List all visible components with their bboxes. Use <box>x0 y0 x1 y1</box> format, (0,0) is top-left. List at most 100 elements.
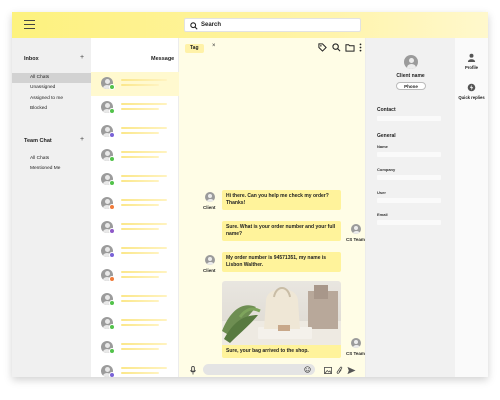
sidebar-item-unassigned[interactable]: Unassigned <box>12 83 91 93</box>
client-avatar <box>205 255 215 265</box>
chat-header: Tag × <box>179 38 366 58</box>
general-section-title: General <box>377 133 396 139</box>
tag-chip[interactable]: Tag <box>185 44 204 53</box>
conversation-name-placeholder <box>121 127 167 129</box>
search-icon <box>190 22 198 30</box>
conversation-name-placeholder <box>121 175 167 177</box>
conversation-item[interactable] <box>91 288 179 312</box>
conversation-item[interactable] <box>91 336 179 360</box>
left-sidebar: Inbox + All Chats Unassigned Assigned to… <box>12 38 91 377</box>
message-sender: CS Team <box>346 237 365 242</box>
sidebar-item-all-chats[interactable]: All Chats <box>12 73 91 83</box>
conversation-preview-placeholder <box>121 228 159 230</box>
conversation-name-placeholder <box>121 199 167 201</box>
sidebar-item-team-all-chats[interactable]: All Chats <box>12 154 91 164</box>
channel-badge-icon <box>109 252 115 258</box>
conversation-name-placeholder <box>121 319 167 321</box>
message-bubble: Sure, your bag arrived to the shop. <box>222 345 341 358</box>
conversation-name-placeholder <box>121 271 167 273</box>
team-chat-title: Team Chat <box>24 138 52 144</box>
conversation-preview-placeholder <box>121 204 159 206</box>
shared-photo[interactable] <box>222 281 341 345</box>
conversation-preview-placeholder <box>121 180 159 182</box>
cs-team-avatar <box>351 338 361 348</box>
channel-badge-icon <box>109 156 115 162</box>
rail-item-profile[interactable]: Profile <box>455 53 488 70</box>
contact-field[interactable] <box>377 116 441 121</box>
name-field[interactable] <box>377 152 441 157</box>
message-bubble: My order number is 94571351, my name is … <box>222 252 341 272</box>
conversation-preview-placeholder <box>121 372 159 374</box>
conversation-item[interactable] <box>91 240 179 264</box>
conversation-item[interactable] <box>91 312 179 336</box>
conversation-item[interactable] <box>91 192 179 216</box>
add-team-chat-button[interactable]: + <box>80 136 84 143</box>
message-sender: Client <box>203 268 216 273</box>
sidebar-item-assigned-to-me[interactable]: Assigned to me <box>12 94 91 104</box>
channel-badge-icon <box>109 180 115 186</box>
message-input[interactable] <box>203 364 315 375</box>
chat-panel: Tag × Client Hi there. Can you help me c… <box>179 38 366 377</box>
email-field[interactable] <box>377 220 441 225</box>
conversation-item[interactable] <box>91 72 179 96</box>
message-bubble: Hi there. Can you help me check my order… <box>222 190 341 210</box>
user-field[interactable] <box>377 198 441 203</box>
attachment-icon[interactable] <box>336 366 343 375</box>
client-avatar <box>205 192 215 202</box>
cs-team-avatar <box>351 224 361 234</box>
field-label-company: Company <box>377 167 396 172</box>
contact-panel: Client name Phone Contact General Name C… <box>366 38 455 377</box>
menu-icon[interactable] <box>24 20 35 29</box>
search-input[interactable]: Search <box>184 18 361 32</box>
send-icon[interactable] <box>347 366 356 375</box>
right-rail: Profile Quick replies <box>455 38 488 377</box>
conversation-name-placeholder <box>121 247 167 249</box>
conversation-name-placeholder <box>121 343 167 345</box>
rail-label: Quick replies <box>458 95 485 100</box>
conversation-preview-placeholder <box>121 84 159 86</box>
conversation-item[interactable] <box>91 216 179 240</box>
channel-badge-icon <box>109 108 115 114</box>
contact-name: Client name <box>396 73 425 79</box>
conversation-item[interactable] <box>91 168 179 192</box>
conversation-preview-placeholder <box>121 300 159 302</box>
sidebar-item-blocked[interactable]: Blocked <box>12 104 91 114</box>
conversation-preview-placeholder <box>121 324 159 326</box>
company-field[interactable] <box>377 175 441 180</box>
tag-icon[interactable] <box>318 43 327 52</box>
conversation-item[interactable] <box>91 96 179 120</box>
sidebar-item-mentioned-me[interactable]: Mentioned Me <box>12 164 91 174</box>
contact-section-title: Contact <box>377 107 396 113</box>
channel-badge-icon <box>109 132 115 138</box>
emoji-icon[interactable] <box>304 366 311 373</box>
inbox-title: Inbox <box>24 56 39 62</box>
conversation-item[interactable] <box>91 120 179 144</box>
conversation-item[interactable] <box>91 264 179 288</box>
conversation-item[interactable] <box>91 144 179 168</box>
message-bubble: Sure. What is your order number and your… <box>222 221 341 241</box>
image-icon[interactable] <box>324 367 332 374</box>
conversation-list: Message <box>91 38 179 377</box>
message-sender: Client <box>203 205 216 210</box>
channel-badge-icon <box>109 324 115 330</box>
conversation-name-placeholder <box>121 151 167 153</box>
folder-icon[interactable] <box>345 43 355 52</box>
more-options-icon[interactable] <box>359 43 362 52</box>
channel-badge-icon <box>109 204 115 210</box>
remove-tag-button[interactable]: × <box>212 43 216 49</box>
search-icon[interactable] <box>332 43 341 52</box>
conversation-preview-placeholder <box>121 156 159 158</box>
conversation-item[interactable] <box>91 360 179 377</box>
channel-badge-icon <box>109 372 115 377</box>
channel-badge-icon <box>109 228 115 234</box>
conversation-preview-placeholder <box>121 132 159 134</box>
channel-badge-icon <box>109 84 115 90</box>
rail-item-quick-replies[interactable]: Quick replies <box>455 83 488 100</box>
message-sender: CS Team <box>346 351 365 356</box>
microphone-icon[interactable] <box>190 366 196 375</box>
phone-button[interactable]: Phone <box>396 82 426 90</box>
add-inbox-button[interactable]: + <box>80 54 84 61</box>
channel-badge-icon <box>109 300 115 306</box>
conversation-name-placeholder <box>121 103 167 105</box>
field-label-user: User <box>377 190 386 195</box>
